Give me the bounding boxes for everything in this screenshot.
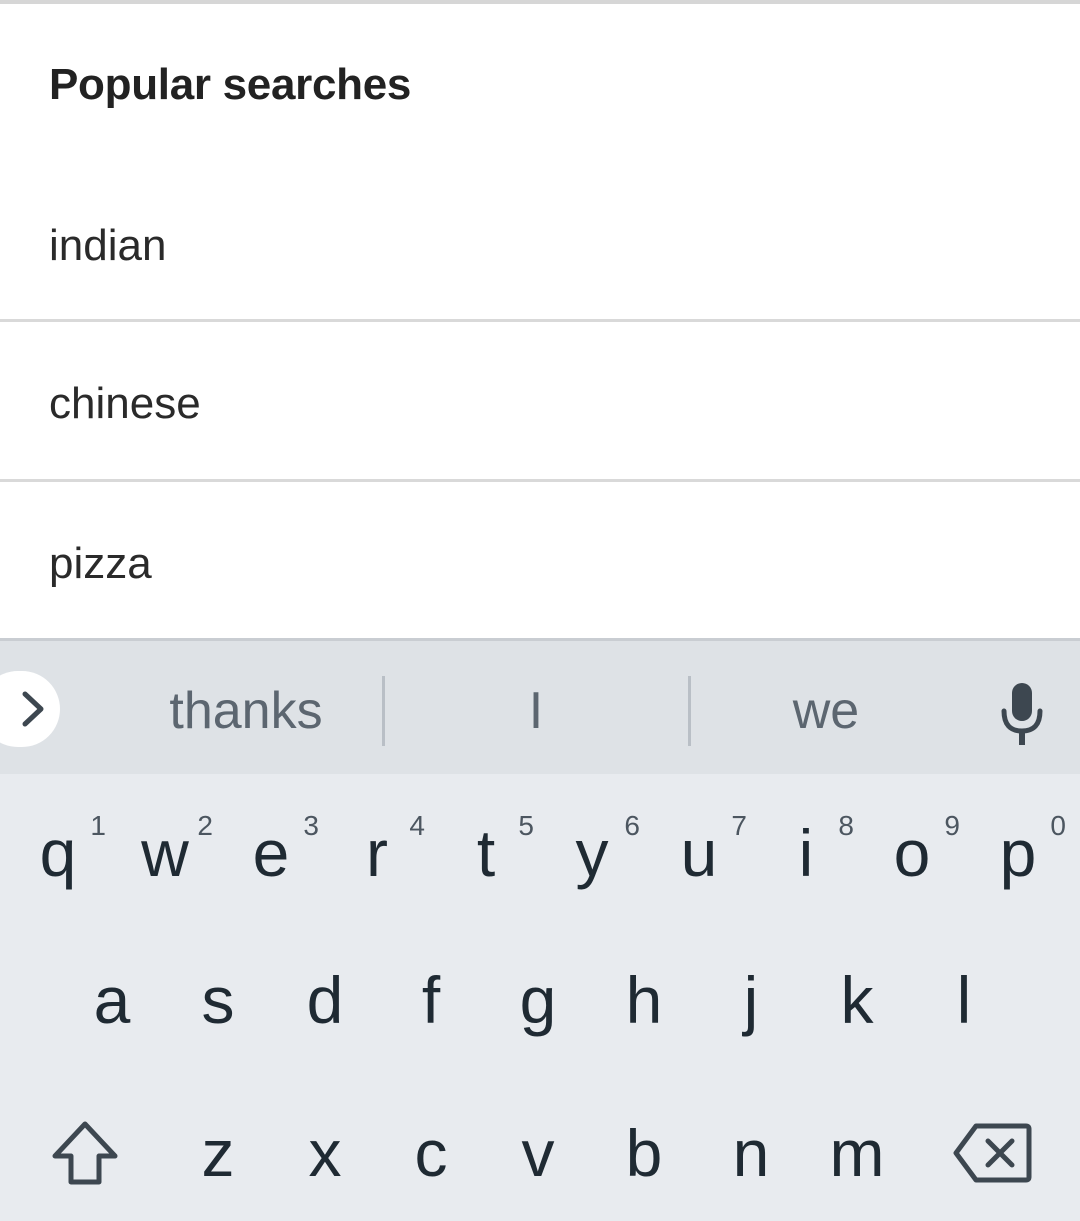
key-label: i — [798, 816, 814, 890]
key-label: h — [625, 963, 663, 1037]
key-label: l — [956, 963, 972, 1037]
key-i[interactable]: i 8 — [756, 798, 856, 908]
search-item-label: pizza — [49, 539, 152, 588]
popular-search-item-indian[interactable]: indian — [0, 166, 1080, 326]
key-label: r — [366, 816, 388, 890]
row-divider — [0, 319, 1080, 322]
key-u[interactable]: u 7 — [649, 798, 749, 908]
search-item-label: chinese — [49, 379, 201, 428]
key-hint: 4 — [409, 810, 425, 841]
key-o[interactable]: o 9 — [862, 798, 962, 908]
key-label: g — [519, 963, 557, 1037]
backspace-key[interactable] — [942, 1098, 1042, 1208]
key-label: o — [893, 816, 931, 890]
key-c[interactable]: c — [381, 1098, 481, 1208]
key-b[interactable]: b — [594, 1098, 694, 1208]
key-label: q — [39, 816, 77, 890]
key-l[interactable]: l — [914, 945, 1014, 1055]
key-label: b — [625, 1116, 663, 1190]
key-hint: 5 — [518, 810, 534, 841]
key-hint: 1 — [90, 810, 106, 841]
key-label: n — [732, 1116, 770, 1190]
key-w[interactable]: w 2 — [115, 798, 215, 908]
key-p[interactable]: p 0 — [968, 798, 1068, 908]
key-j[interactable]: j — [701, 945, 801, 1055]
key-label: x — [308, 1116, 342, 1190]
search-item-label: indian — [49, 221, 167, 270]
top-divider — [0, 0, 1080, 4]
key-y[interactable]: y 6 — [542, 798, 642, 908]
suggestion-divider — [382, 676, 385, 746]
key-label: m — [829, 1116, 885, 1190]
key-a[interactable]: a — [62, 945, 162, 1055]
suggestion-2[interactable]: I — [420, 681, 652, 741]
key-hint: 0 — [1050, 810, 1066, 841]
popular-searches-heading: Popular searches — [49, 60, 412, 109]
key-label: s — [201, 963, 235, 1037]
key-q[interactable]: q 1 — [8, 798, 108, 908]
popular-search-item-pizza[interactable]: pizza — [0, 484, 1080, 644]
key-hint: 6 — [624, 810, 640, 841]
key-r[interactable]: r 4 — [327, 798, 427, 908]
shift-icon — [52, 1121, 118, 1185]
shift-key[interactable] — [35, 1098, 135, 1208]
key-label: k — [840, 963, 874, 1037]
key-label: f — [421, 963, 441, 1037]
suggestion-3[interactable]: we — [710, 681, 942, 741]
key-label: a — [93, 963, 131, 1037]
suggestion-divider — [688, 676, 691, 746]
microphone-icon[interactable] — [1000, 681, 1044, 747]
key-g[interactable]: g — [488, 945, 588, 1055]
key-d[interactable]: d — [275, 945, 375, 1055]
key-label: c — [414, 1116, 448, 1190]
key-f[interactable]: f — [381, 945, 481, 1055]
key-hint: 8 — [838, 810, 854, 841]
key-label: d — [306, 963, 344, 1037]
key-m[interactable]: m — [807, 1098, 907, 1208]
key-n[interactable]: n — [701, 1098, 801, 1208]
key-hint: 3 — [303, 810, 319, 841]
key-label: w — [141, 816, 189, 890]
key-label: y — [575, 816, 609, 890]
key-x[interactable]: x — [275, 1098, 375, 1208]
key-label: j — [743, 963, 759, 1037]
popular-search-item-chinese[interactable]: chinese — [0, 324, 1080, 484]
row-divider — [0, 479, 1080, 482]
expand-toolbar-button[interactable] — [0, 671, 60, 747]
key-label: v — [521, 1116, 555, 1190]
key-h[interactable]: h — [594, 945, 694, 1055]
key-v[interactable]: v — [488, 1098, 588, 1208]
key-s[interactable]: s — [168, 945, 268, 1055]
suggestion-1[interactable]: thanks — [130, 681, 362, 741]
chevron-right-icon — [22, 691, 44, 727]
key-e[interactable]: e 3 — [221, 798, 321, 908]
key-t[interactable]: t 5 — [436, 798, 536, 908]
key-z[interactable]: z — [168, 1098, 268, 1208]
key-label: t — [476, 816, 496, 890]
key-label: u — [680, 816, 718, 890]
key-hint: 7 — [731, 810, 747, 841]
key-hint: 2 — [197, 810, 213, 841]
key-k[interactable]: k — [807, 945, 907, 1055]
soft-keyboard: thanks I we q 1 w 2 e 3 r 4 t 5 y 6 u 7 — [0, 638, 1080, 1221]
suggestion-strip: thanks I we — [0, 641, 1080, 774]
key-label: z — [201, 1116, 235, 1190]
key-label: p — [999, 816, 1037, 890]
key-hint: 9 — [944, 810, 960, 841]
key-label: e — [252, 816, 290, 890]
backspace-icon — [953, 1123, 1032, 1183]
